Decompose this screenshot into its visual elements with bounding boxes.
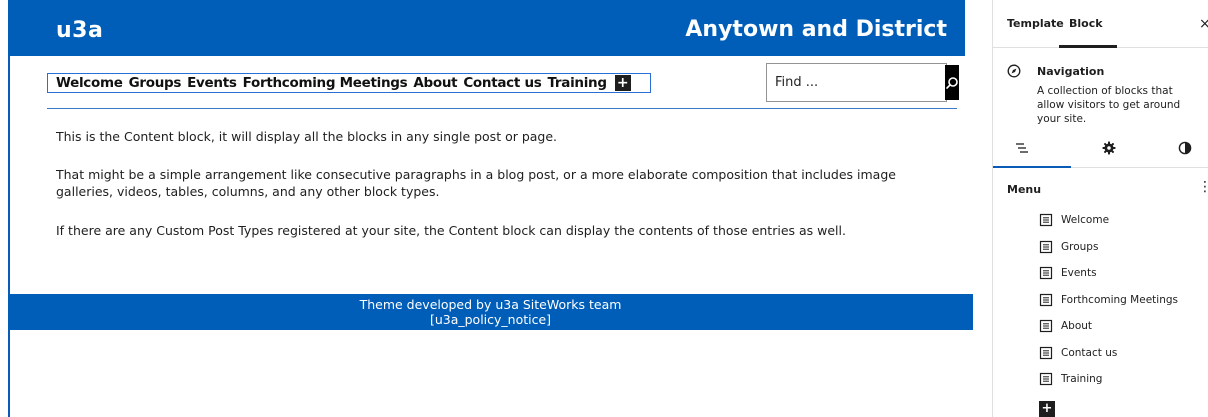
- navigation-compass-icon: [1007, 64, 1021, 78]
- styles-contrast-icon[interactable]: [1175, 138, 1195, 158]
- nav-link-training[interactable]: Training: [548, 75, 608, 91]
- menu-item-forthcoming-meetings[interactable]: Forthcoming Meetings: [1039, 290, 1178, 310]
- page-icon: [1039, 346, 1053, 359]
- menu-item-about[interactable]: About: [1039, 316, 1092, 336]
- navigation-block[interactable]: Welcome Groups Events Forthcoming Meetin…: [47, 73, 651, 93]
- block-settings-sidebar: Template Block × Navigation A collection…: [992, 0, 1208, 417]
- more-options-icon[interactable]: ⋮: [1198, 180, 1208, 194]
- footer-credit[interactable]: Theme developed by u3a SiteWorks team: [8, 297, 973, 312]
- nav-link-events[interactable]: Events: [187, 75, 237, 91]
- add-menu-item-button[interactable]: +: [1039, 401, 1055, 417]
- content-paragraph[interactable]: That might be a simple arrangement like …: [56, 166, 936, 200]
- app-window: u3a Anytown and District Welcome Groups …: [0, 0, 1208, 417]
- search-block: [766, 63, 959, 102]
- page-icon: [1039, 213, 1053, 227]
- content-paragraph[interactable]: If there are any Custom Post Types regis…: [56, 222, 936, 239]
- search-icon: [946, 76, 958, 89]
- page-icon: [1039, 266, 1053, 280]
- add-nav-item-button[interactable]: +: [614, 75, 631, 91]
- page-icon: [1039, 319, 1053, 333]
- block-card-title: Navigation: [1037, 65, 1105, 78]
- site-footer[interactable]: Theme developed by u3a SiteWorks team [u…: [8, 294, 973, 330]
- site-tagline[interactable]: Anytown and District: [685, 17, 947, 42]
- nav-link-welcome[interactable]: Welcome: [56, 75, 123, 91]
- menu-item-contact-us[interactable]: Contact us: [1039, 343, 1117, 363]
- page-icon: [1039, 240, 1053, 253]
- block-card-description: A collection of blocks that allow visito…: [1037, 85, 1181, 125]
- menu-item-label: Forthcoming Meetings: [1061, 293, 1178, 306]
- editor-canvas[interactable]: u3a Anytown and District Welcome Groups …: [0, 0, 992, 417]
- close-icon[interactable]: ×: [1199, 16, 1208, 32]
- menu-item-label: About: [1061, 320, 1093, 332]
- page-icon: [1039, 293, 1053, 306]
- nav-link-about[interactable]: About: [413, 75, 457, 91]
- menu-item-label: Contact us: [1061, 346, 1118, 359]
- site-header[interactable]: u3a Anytown and District: [8, 0, 965, 56]
- menu-item-events[interactable]: Events: [1039, 263, 1097, 283]
- footer-policy-notice[interactable]: [u3a_policy_notice]: [8, 312, 973, 327]
- search-input[interactable]: [767, 64, 945, 101]
- tab-template[interactable]: Template: [1007, 0, 1064, 48]
- tab-block[interactable]: Block: [1069, 0, 1103, 48]
- settings-gear-icon[interactable]: [1099, 138, 1119, 158]
- menu-item-training[interactable]: Training: [1039, 369, 1102, 389]
- block-card: Navigation A collection of blocks that a…: [993, 48, 1208, 126]
- menu-item-label: Events: [1061, 267, 1097, 279]
- menu-item-label: Welcome: [1061, 214, 1110, 226]
- nav-link-contact-us[interactable]: Contact us: [463, 75, 541, 91]
- nav-link-groups[interactable]: Groups: [129, 75, 182, 91]
- list-view-icon[interactable]: [1012, 138, 1032, 158]
- menu-section-title: Menu: [1007, 183, 1042, 196]
- search-button[interactable]: [945, 65, 959, 100]
- sidebar-tabs: Template Block ×: [993, 0, 1208, 48]
- nav-link-forthcoming-meetings[interactable]: Forthcoming Meetings: [243, 75, 408, 91]
- menu-item-label: Training: [1061, 373, 1103, 385]
- active-subtab-indicator: [993, 166, 1071, 168]
- page-icon: [1039, 372, 1053, 386]
- content-paragraph[interactable]: This is the Content block, it will displ…: [56, 128, 936, 145]
- menu-item-welcome[interactable]: Welcome: [1039, 210, 1109, 230]
- canvas-edge: [8, 0, 10, 417]
- inspector-subtabs: [993, 126, 1208, 168]
- menu-item-label: Groups: [1061, 240, 1099, 253]
- menu-item-groups[interactable]: Groups: [1039, 237, 1098, 257]
- site-title[interactable]: u3a: [56, 18, 103, 43]
- header-separator: [47, 108, 957, 109]
